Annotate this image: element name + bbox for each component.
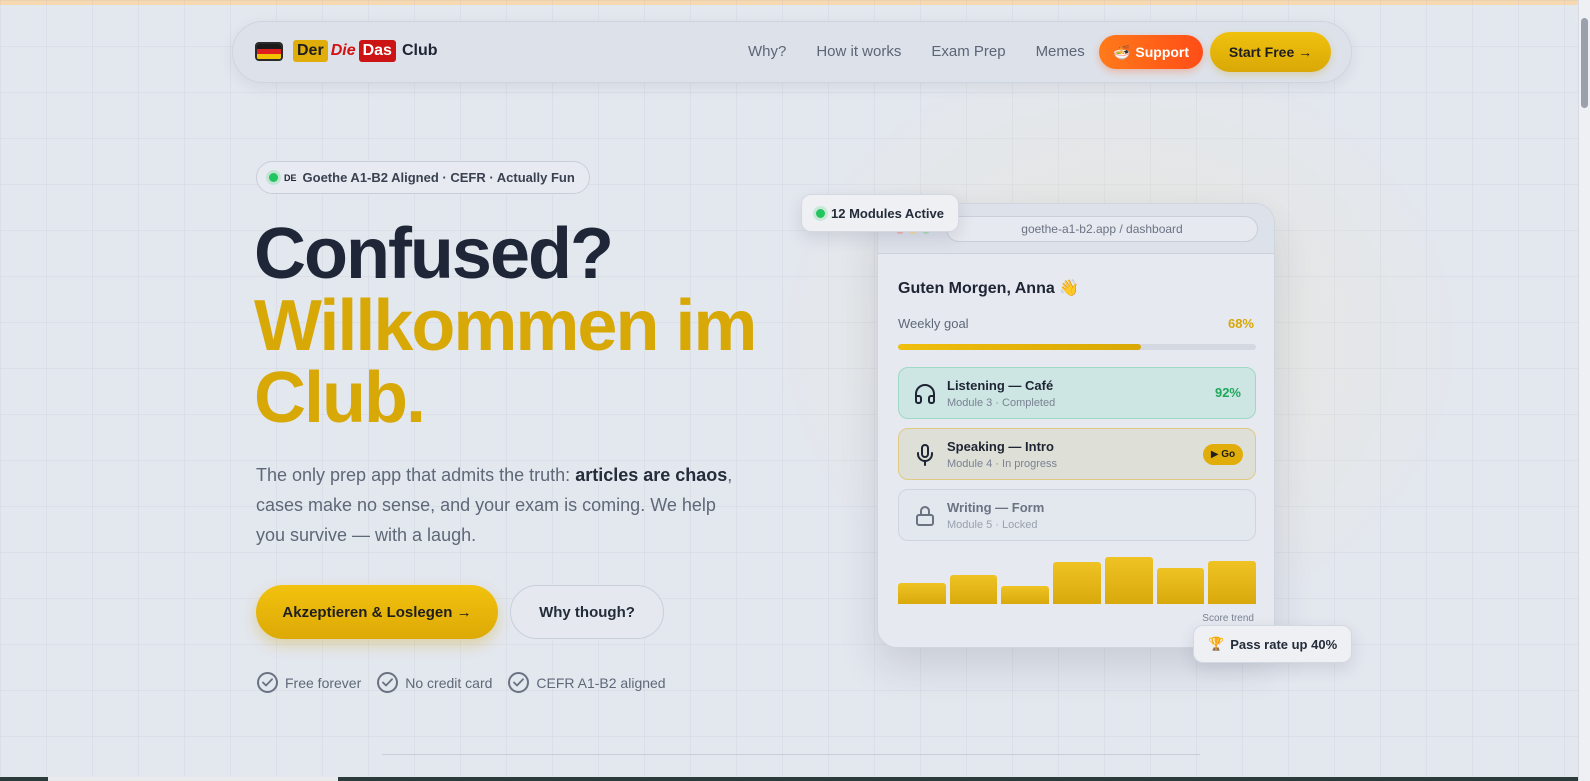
accept-cta-button[interactable]: Akzeptieren & Loslegen → — [256, 585, 498, 639]
status-dot-icon — [269, 173, 278, 182]
hero-lead: The only prep app that admits the truth:… — [256, 460, 736, 550]
lock-icon — [916, 506, 934, 526]
german-flag-icon — [255, 41, 283, 61]
feature-checks: Free forever No credit card CEFR A1-B2 a… — [257, 672, 668, 693]
nav-link-exam-prep[interactable]: Exam Prep — [931, 43, 1005, 60]
lead-bold: articles are chaos — [575, 465, 728, 485]
scrollbar-thumb[interactable] — [1581, 18, 1588, 108]
lead-part1: The only prep app that admits the truth: — [256, 465, 576, 485]
module-title: Speaking — Intro — [947, 439, 1054, 454]
nav-link-how-it-works[interactable]: How it works — [816, 43, 901, 60]
bottom-strip-light — [48, 777, 338, 781]
check-label: CEFR A1-B2 aligned — [536, 674, 666, 691]
module-speaking[interactable]: Speaking — Intro Module 4 · In progress … — [898, 428, 1256, 480]
check-item: Free forever — [257, 672, 361, 693]
microphone-icon — [917, 444, 933, 466]
logo-der: Der — [293, 40, 328, 62]
hero-title-line1: Confused? — [254, 214, 614, 294]
modules-active-text: 12 Modules Active — [831, 205, 944, 221]
start-free-button[interactable]: Start Free → — [1210, 32, 1331, 72]
module-title: Listening — Café — [947, 378, 1054, 393]
de-flag-icon: DE — [284, 172, 297, 183]
weekly-goal-progress — [898, 344, 1256, 350]
support-button[interactable]: 🍜 Support — [1099, 35, 1203, 69]
module-score: 92% — [1214, 385, 1241, 400]
noodle-bowl-icon: 🍜 — [1112, 43, 1131, 60]
module-listening[interactable]: Listening — Café Module 3 · Completed 92… — [898, 367, 1256, 419]
module-writing: Writing — Form Module 5 · Locked — [898, 489, 1256, 541]
dashboard-greeting: Guten Morgen, Anna 👋 — [898, 280, 1080, 297]
check-label: Free forever — [285, 674, 362, 691]
page-scrollbar[interactable] — [1578, 0, 1590, 781]
section-divider — [382, 754, 1200, 755]
top-navbar: Der Die Das Club Why? How it works Exam … — [232, 21, 1352, 83]
logo-die: Die — [330, 42, 356, 59]
check-item: No credit card — [377, 672, 492, 693]
score-trend-bar — [1001, 585, 1050, 604]
check-item: CEFR A1-B2 aligned — [508, 672, 666, 693]
pass-rate-badge: 🏆 Pass rate up 40% — [1193, 625, 1353, 663]
check-circle-icon — [377, 672, 399, 693]
weekly-goal-fill — [898, 344, 1142, 350]
flag-stripe-gold — [257, 53, 281, 59]
module-subtitle: Module 3 · Completed — [947, 397, 1056, 409]
why-though-button[interactable]: Why though? — [510, 585, 664, 639]
score-trend-bar — [898, 582, 946, 604]
score-trend-bars — [898, 556, 1256, 604]
check-circle-icon — [508, 672, 530, 693]
trophy-icon: 🏆 — [1208, 636, 1225, 651]
headphones-icon — [915, 384, 935, 404]
hero-title: Confused? Willkommen im Club. — [254, 214, 757, 438]
weekly-goal-value: 68% — [1227, 316, 1254, 331]
score-trend-bar — [1156, 568, 1205, 604]
weekly-goal-label: Weekly goal — [898, 316, 969, 331]
score-trend-bar — [949, 575, 998, 604]
nav-link-why[interactable]: Why? — [748, 43, 786, 60]
module-title: Writing — Form — [947, 500, 1045, 515]
nav-link-memes[interactable]: Memes — [1036, 43, 1085, 60]
module-subtitle: Module 5 · Locked — [947, 519, 1038, 531]
pass-rate-text: Pass rate up 40% — [1230, 636, 1338, 652]
score-trend-bar — [1104, 556, 1153, 604]
score-trend-bar — [1053, 561, 1101, 604]
module-subtitle: Module 4 · In progress — [947, 458, 1058, 470]
hero-title-line2: Willkommen im — [254, 286, 757, 366]
pill-text: Goethe A1-B2 Aligned · CEFR · Actually F… — [302, 170, 575, 185]
url-bar[interactable]: goethe-a1-b2.app / dashboard — [946, 216, 1258, 242]
support-label: Support — [1135, 44, 1190, 60]
modules-active-badge: 12 Modules Active — [801, 194, 959, 232]
check-label: No credit card — [405, 674, 493, 691]
check-circle-icon — [257, 672, 278, 693]
status-dot-icon — [816, 208, 825, 218]
alignment-pill: DE Goethe A1-B2 Aligned · CEFR · Actuall… — [256, 161, 590, 194]
score-trend-label: Score trend — [1202, 613, 1254, 624]
bottom-strip — [0, 777, 1578, 781]
dashboard-preview-card: goethe-a1-b2.app / dashboard Guten Morge… — [877, 203, 1275, 648]
nav-links: Why? How it works Exam Prep Memes — [748, 43, 1085, 60]
score-trend-bar — [1208, 560, 1256, 604]
hero-title-line3: Club. — [254, 358, 426, 438]
go-button[interactable]: ▶ Go — [1203, 444, 1243, 465]
logo-das: Das — [358, 40, 396, 62]
logo[interactable]: Der Die Das Club — [255, 40, 438, 62]
logo-club: Club — [401, 42, 438, 59]
